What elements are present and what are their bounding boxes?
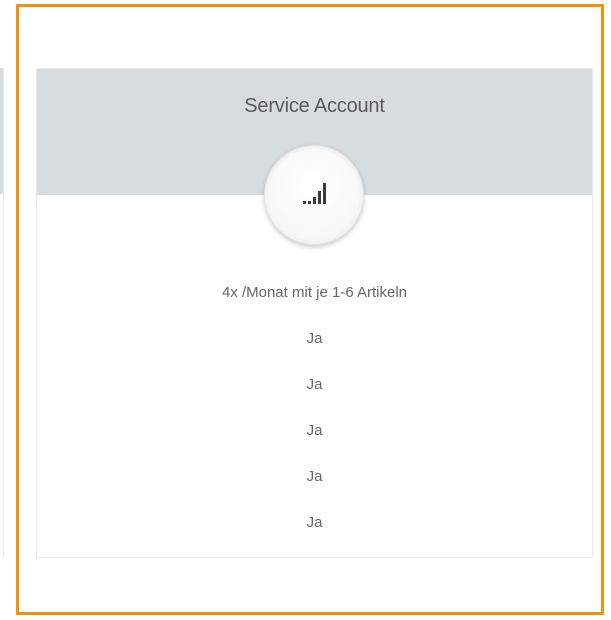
plan-title: Service Account bbox=[244, 95, 385, 117]
adjacent-plan-header bbox=[0, 68, 3, 194]
plan-card-service-account[interactable]: Service Account 4x /Monat mit je 1-6 Art… bbox=[36, 68, 593, 558]
plan-feature-item: 4x /Monat mit je 1-6 Artikeln bbox=[221, 284, 408, 301]
plan-feature-item: Ja bbox=[306, 330, 323, 347]
plan-icon-badge bbox=[264, 145, 364, 245]
plan-feature-item: Ja bbox=[306, 376, 323, 393]
pricing-section: Service Account 4x /Monat mit je 1-6 Art… bbox=[0, 0, 611, 620]
plan-feature-item: Ja bbox=[306, 422, 323, 439]
plan-feature-list: 4x /Monat mit je 1-6 Artikeln Ja Ja Ja J… bbox=[37, 283, 592, 559]
signal-bars-icon bbox=[303, 183, 326, 204]
plan-feature-item: Ja bbox=[306, 514, 323, 531]
adjacent-plan-card bbox=[0, 68, 4, 556]
plan-feature-item: Ja bbox=[306, 468, 323, 485]
